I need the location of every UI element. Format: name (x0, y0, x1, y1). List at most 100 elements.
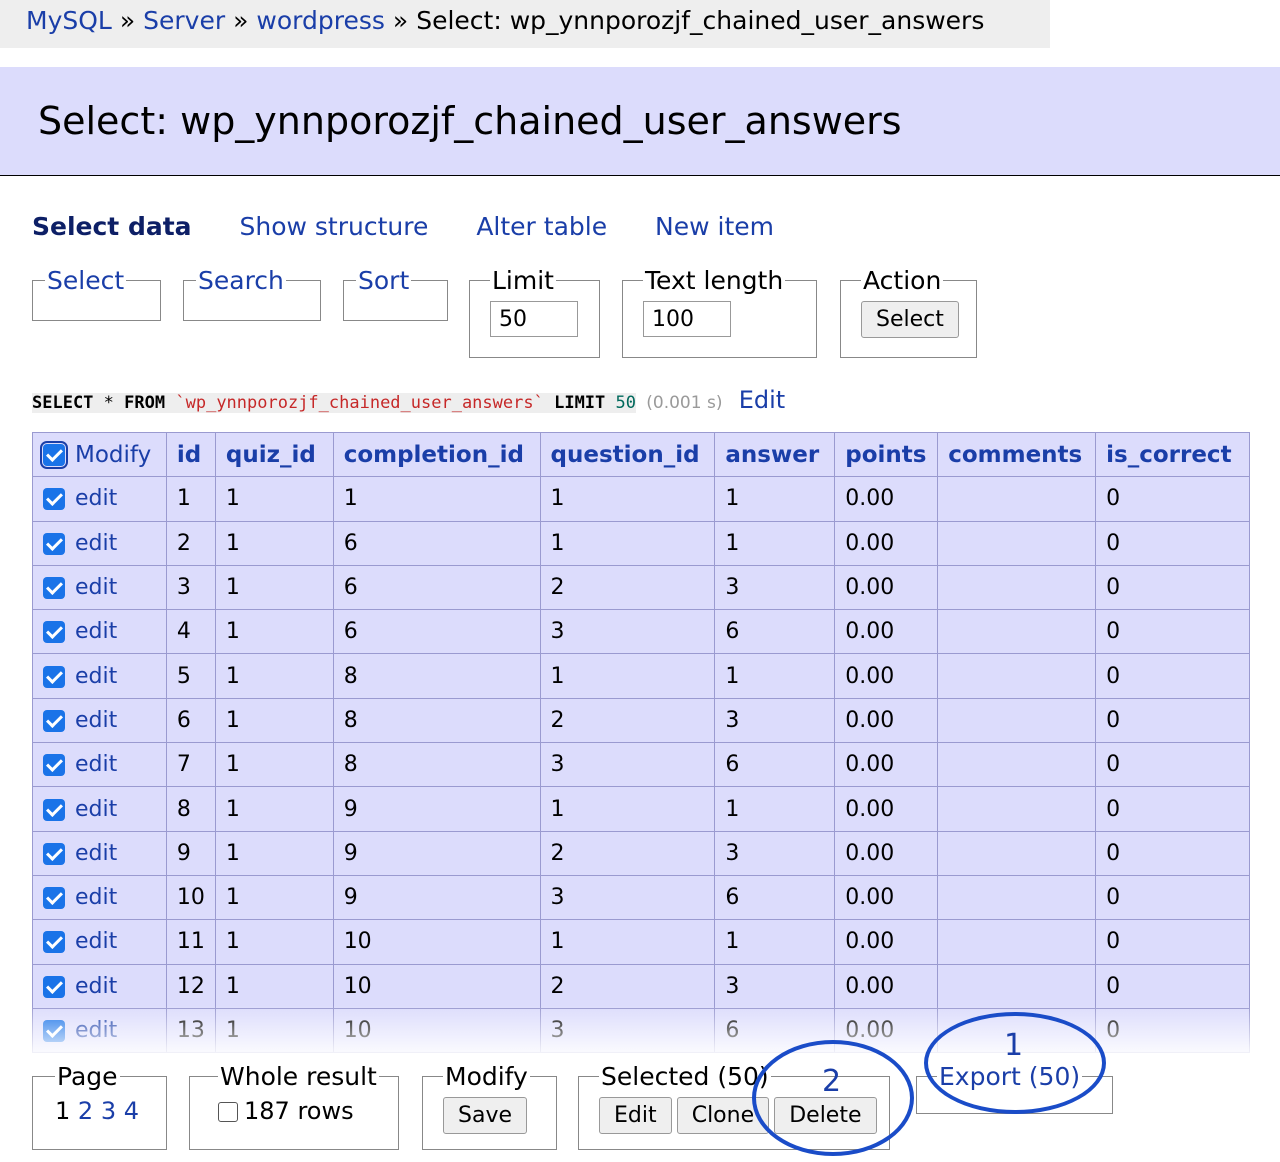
row-edit-link[interactable]: edit (75, 797, 117, 822)
new-item-link[interactable]: New item (655, 212, 774, 241)
table-cell: 0.00 (834, 520, 939, 566)
limit-legend: Limit (492, 266, 554, 295)
table-cell: 0 (1095, 786, 1250, 832)
limit-input[interactable] (490, 301, 578, 337)
annotation-number-one: 1 (1004, 1028, 1024, 1063)
row-checkbox[interactable] (43, 754, 65, 777)
action-fieldset: Action Select (840, 266, 977, 358)
row-checkbox[interactable] (43, 931, 65, 954)
search-fieldset[interactable]: Search (183, 266, 321, 321)
row-checkbox[interactable] (43, 488, 65, 511)
whole-result-checkbox[interactable] (218, 1102, 238, 1122)
row-edit-link[interactable]: edit (75, 575, 117, 600)
text-length-fieldset: Text length (622, 266, 817, 358)
table-cell: 6 (332, 520, 541, 566)
breadcrumb-separator: » (233, 6, 249, 35)
table-cell: 0.00 (834, 609, 939, 655)
alter-table-link[interactable]: Alter table (476, 212, 607, 241)
table-cell (937, 919, 1097, 965)
row-edit-link[interactable]: edit (75, 929, 117, 954)
breadcrumb: MySQL» Server» wordpress» Select: wp_ynnpor… (0, 0, 1050, 48)
whole-result-label[interactable]: 187 rows (244, 1097, 354, 1125)
select-fieldset[interactable]: Select (32, 266, 161, 321)
table-row: edit 4 1 6 3 6 0.00 0 (32, 609, 1250, 655)
row-checkbox[interactable] (43, 577, 65, 600)
row-edit-link[interactable]: edit (75, 841, 117, 866)
select-legend[interactable]: Select (45, 266, 126, 295)
modify-header: Modify (32, 432, 167, 478)
table-cell: 2 (539, 963, 716, 1009)
modify-fieldset: Modify Save (422, 1062, 557, 1150)
table-cell: 8 (332, 697, 541, 744)
column-header[interactable]: points (834, 432, 939, 478)
table-cell: 1 (714, 919, 836, 965)
show-structure-link[interactable]: Show structure (240, 212, 429, 241)
table-cell: 1 (214, 919, 334, 965)
row-modify-cell: edit (32, 742, 167, 788)
column-header[interactable]: answer (714, 432, 836, 478)
page-link[interactable]: 2 (78, 1097, 93, 1125)
table-row: edit 7 1 8 3 6 0.00 0 (32, 742, 1250, 788)
breadcrumb-separator: » (119, 6, 136, 35)
row-modify-cell: edit (32, 830, 167, 876)
table-cell (937, 564, 1097, 611)
row-edit-link[interactable]: edit (75, 974, 117, 999)
table-cell: 0 (1095, 609, 1250, 655)
row-checkbox[interactable] (43, 709, 65, 732)
table-cell: 3 (539, 609, 716, 655)
table-cell: 1 (539, 476, 716, 522)
row-checkbox[interactable] (43, 1020, 65, 1042)
row-edit-link[interactable]: edit (75, 619, 117, 644)
page-link[interactable]: 4 (124, 1097, 139, 1125)
column-header[interactable]: id (165, 432, 216, 478)
data-table: Modify id quiz_id completion_id question… (32, 432, 1250, 1054)
column-header[interactable]: quiz_id (214, 432, 334, 478)
row-edit-link[interactable]: edit (75, 664, 117, 689)
table-row: edit 10 1 9 3 6 0.00 0 (32, 874, 1250, 921)
row-edit-link[interactable]: edit (75, 708, 117, 733)
table-cell: 0.00 (834, 963, 939, 1009)
row-edit-link[interactable]: edit (75, 1018, 117, 1043)
row-edit-link[interactable]: edit (75, 486, 117, 511)
sort-legend[interactable]: Sort (356, 266, 411, 295)
row-checkbox[interactable] (43, 621, 65, 644)
modify-label[interactable]: Modify (75, 442, 151, 468)
sql-edit-link[interactable]: Edit (739, 386, 785, 414)
table-cell (937, 697, 1097, 744)
select-button[interactable]: Select (861, 301, 959, 338)
save-button[interactable]: Save (443, 1097, 528, 1134)
table-cell (937, 786, 1097, 832)
breadcrumb-mysql[interactable]: MySQL (26, 6, 112, 35)
table-row: edit 2 1 6 1 1 0.00 0 (32, 520, 1250, 566)
table-cell: 6 (165, 697, 216, 744)
table-cell: 6 (332, 609, 541, 655)
row-checkbox[interactable] (43, 665, 65, 688)
row-checkbox[interactable] (43, 532, 65, 555)
whole-result-legend: Whole result (220, 1062, 377, 1091)
search-legend[interactable]: Search (196, 266, 286, 295)
row-modify-cell: edit (32, 609, 167, 655)
page-link[interactable]: 3 (101, 1097, 116, 1125)
column-header[interactable]: comments (937, 432, 1097, 478)
select-data-link[interactable]: Select data (32, 212, 192, 241)
column-header[interactable]: completion_id (332, 432, 541, 478)
select-all-checkbox[interactable] (40, 441, 68, 470)
row-checkbox[interactable] (43, 887, 65, 910)
table-cell: 10 (332, 963, 541, 1009)
row-edit-link[interactable]: edit (75, 885, 117, 910)
table-cell: 0 (1095, 653, 1250, 699)
table-cell: 12 (165, 963, 216, 1009)
column-header[interactable]: question_id (539, 432, 716, 478)
edit-selected-button[interactable]: Edit (599, 1097, 672, 1134)
row-edit-link[interactable]: edit (75, 531, 117, 556)
row-checkbox[interactable] (43, 975, 65, 998)
breadcrumb-wordpress[interactable]: wordpress (256, 6, 384, 35)
breadcrumb-server[interactable]: Server (143, 6, 225, 35)
row-edit-link[interactable]: edit (75, 752, 117, 777)
row-checkbox[interactable] (43, 842, 65, 865)
table-cell: 0 (1095, 874, 1250, 921)
row-checkbox[interactable] (43, 798, 65, 821)
text-length-input[interactable] (643, 301, 731, 337)
column-header[interactable]: is_correct (1095, 432, 1250, 478)
sort-fieldset[interactable]: Sort (343, 266, 448, 321)
